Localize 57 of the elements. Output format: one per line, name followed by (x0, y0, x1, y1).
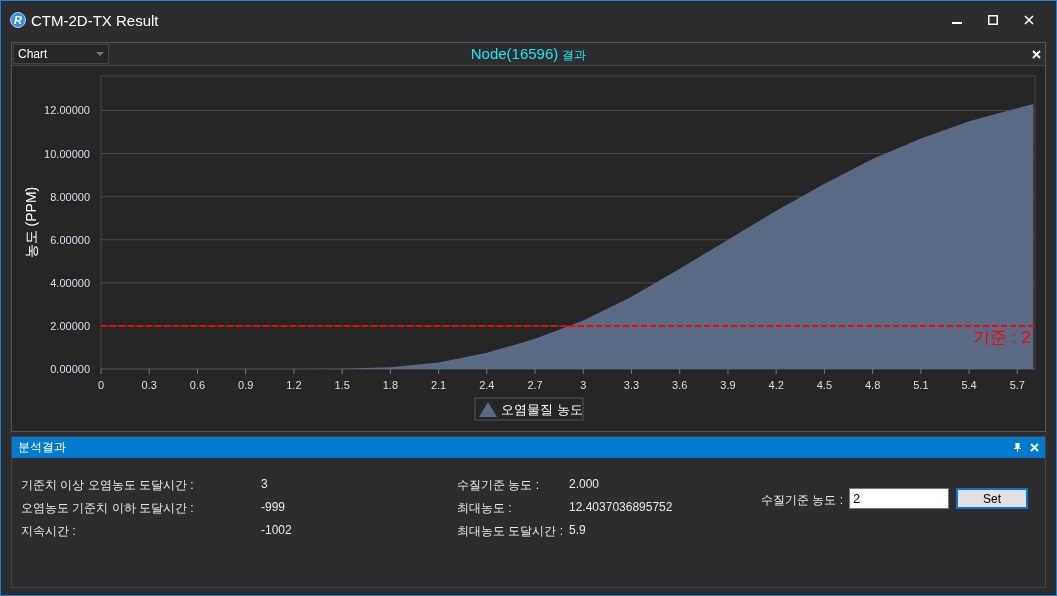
x-tick-label: 3 (580, 379, 587, 391)
x-tick-label: 4.2 (768, 379, 784, 391)
x-tick-label: 3.9 (720, 379, 736, 391)
caret-icon (96, 52, 104, 56)
set-button[interactable]: Set (956, 488, 1028, 509)
result-label: 지속시간 : (21, 523, 77, 540)
y-tick-label: 12.00000 (44, 104, 90, 117)
pin-icon[interactable] (1014, 443, 1021, 452)
result-value: 3 (261, 477, 269, 493)
y-tick-label: 0.00000 (50, 363, 90, 375)
x-tick-label: 3.3 (623, 379, 640, 391)
x-tick-label: 4.5 (816, 379, 833, 391)
x-tick-label: 1.2 (286, 379, 302, 391)
legend: 오염물질 농도 (474, 397, 584, 421)
panel-title: 분석결과 (18, 439, 66, 456)
x-tick-label: 5.4 (961, 379, 977, 391)
y-tick-label: 10.00000 (44, 147, 90, 160)
result-label: 수질기준 농도 : (457, 477, 540, 494)
result-value: 2.000 (569, 477, 601, 493)
result-label: 기준치 이상 오염농도 도달시간 : (21, 477, 195, 494)
app-logo: R (10, 12, 26, 28)
chart-title-suffix: 결과 (562, 47, 587, 62)
result-value: 5.9 (569, 523, 587, 539)
threshold-field-label: 수질기준 농도 : (761, 492, 843, 509)
x-tick-label: 0.9 (238, 379, 254, 391)
y-tick-label: 4.00000 (50, 276, 90, 289)
x-tick-label: 2.4 (479, 379, 495, 391)
x-tick-label: 1.8 (382, 379, 398, 391)
x-tick-label: 0 (97, 379, 105, 391)
y-axis-title: 농도 (PPM) (23, 186, 39, 259)
x-tick-label: 0.3 (141, 379, 157, 391)
legend-label: 오염물질 농도 (501, 402, 583, 417)
result-label: 최대농도 도달시간 : (457, 523, 564, 540)
x-tick-label: 1.5 (334, 379, 350, 391)
close-icon[interactable] (1024, 15, 1034, 25)
chart-title: Node(16596) (470, 44, 559, 62)
close-icon[interactable] (1032, 49, 1041, 59)
y-tick-label: 8.00000 (50, 190, 90, 203)
result-label: 최대농도 : (457, 500, 513, 517)
window-title: CTM-2D-TX Result (31, 11, 159, 29)
result-value: -1002 (261, 523, 293, 539)
threshold-label: 기준 : 2 (973, 327, 1031, 347)
x-tick-label: 4.8 (865, 379, 881, 391)
result-value: 12.4037036895752 (569, 500, 674, 516)
result-value: -999 (261, 500, 287, 516)
view-dropdown[interactable]: Chart (13, 44, 109, 64)
y-tick-label: 6.00000 (50, 233, 90, 246)
maximize-icon[interactable] (988, 15, 998, 25)
y-tick-label: 2.00000 (50, 319, 90, 332)
x-tick-label: 2.7 (527, 379, 543, 391)
x-tick-label: 3.6 (672, 379, 688, 391)
result-label: 오염농도 기준치 이하 도달시간 : (21, 500, 195, 517)
x-tick-label: 5.1 (913, 379, 929, 391)
x-tick-label: 0.6 (189, 379, 206, 391)
x-tick-label: 2.1 (430, 379, 447, 391)
threshold-input[interactable]: 2 (849, 488, 949, 509)
x-tick-label: 5.7 (1009, 379, 1025, 391)
